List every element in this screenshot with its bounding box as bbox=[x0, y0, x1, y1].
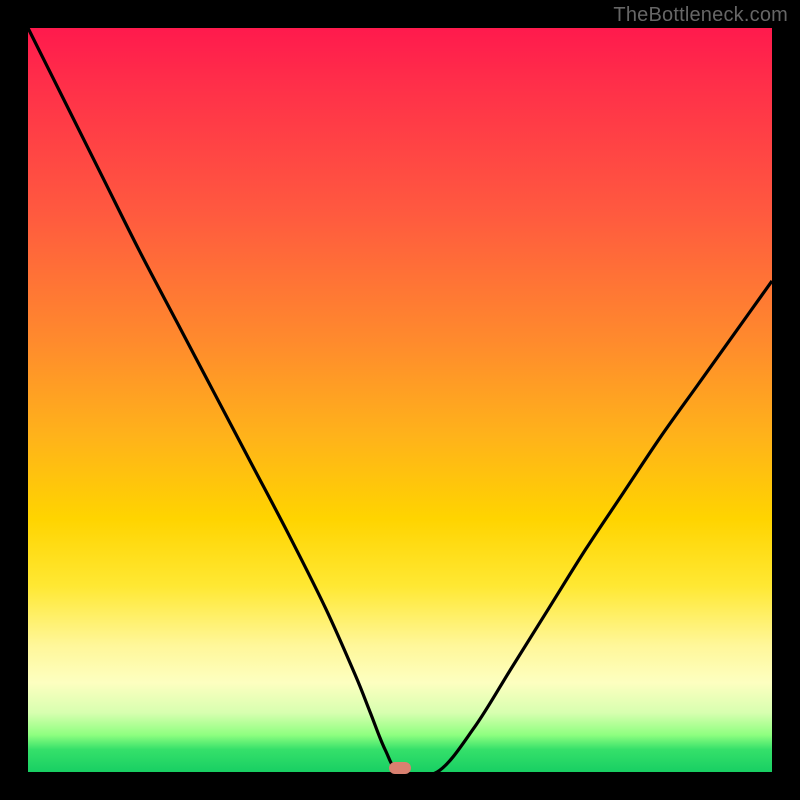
optimum-marker bbox=[389, 762, 411, 774]
chart-frame: TheBottleneck.com bbox=[0, 0, 800, 800]
watermark-text: TheBottleneck.com bbox=[613, 4, 788, 27]
plot-area bbox=[28, 28, 772, 772]
curve-path bbox=[28, 28, 772, 776]
bottleneck-curve bbox=[28, 28, 772, 772]
